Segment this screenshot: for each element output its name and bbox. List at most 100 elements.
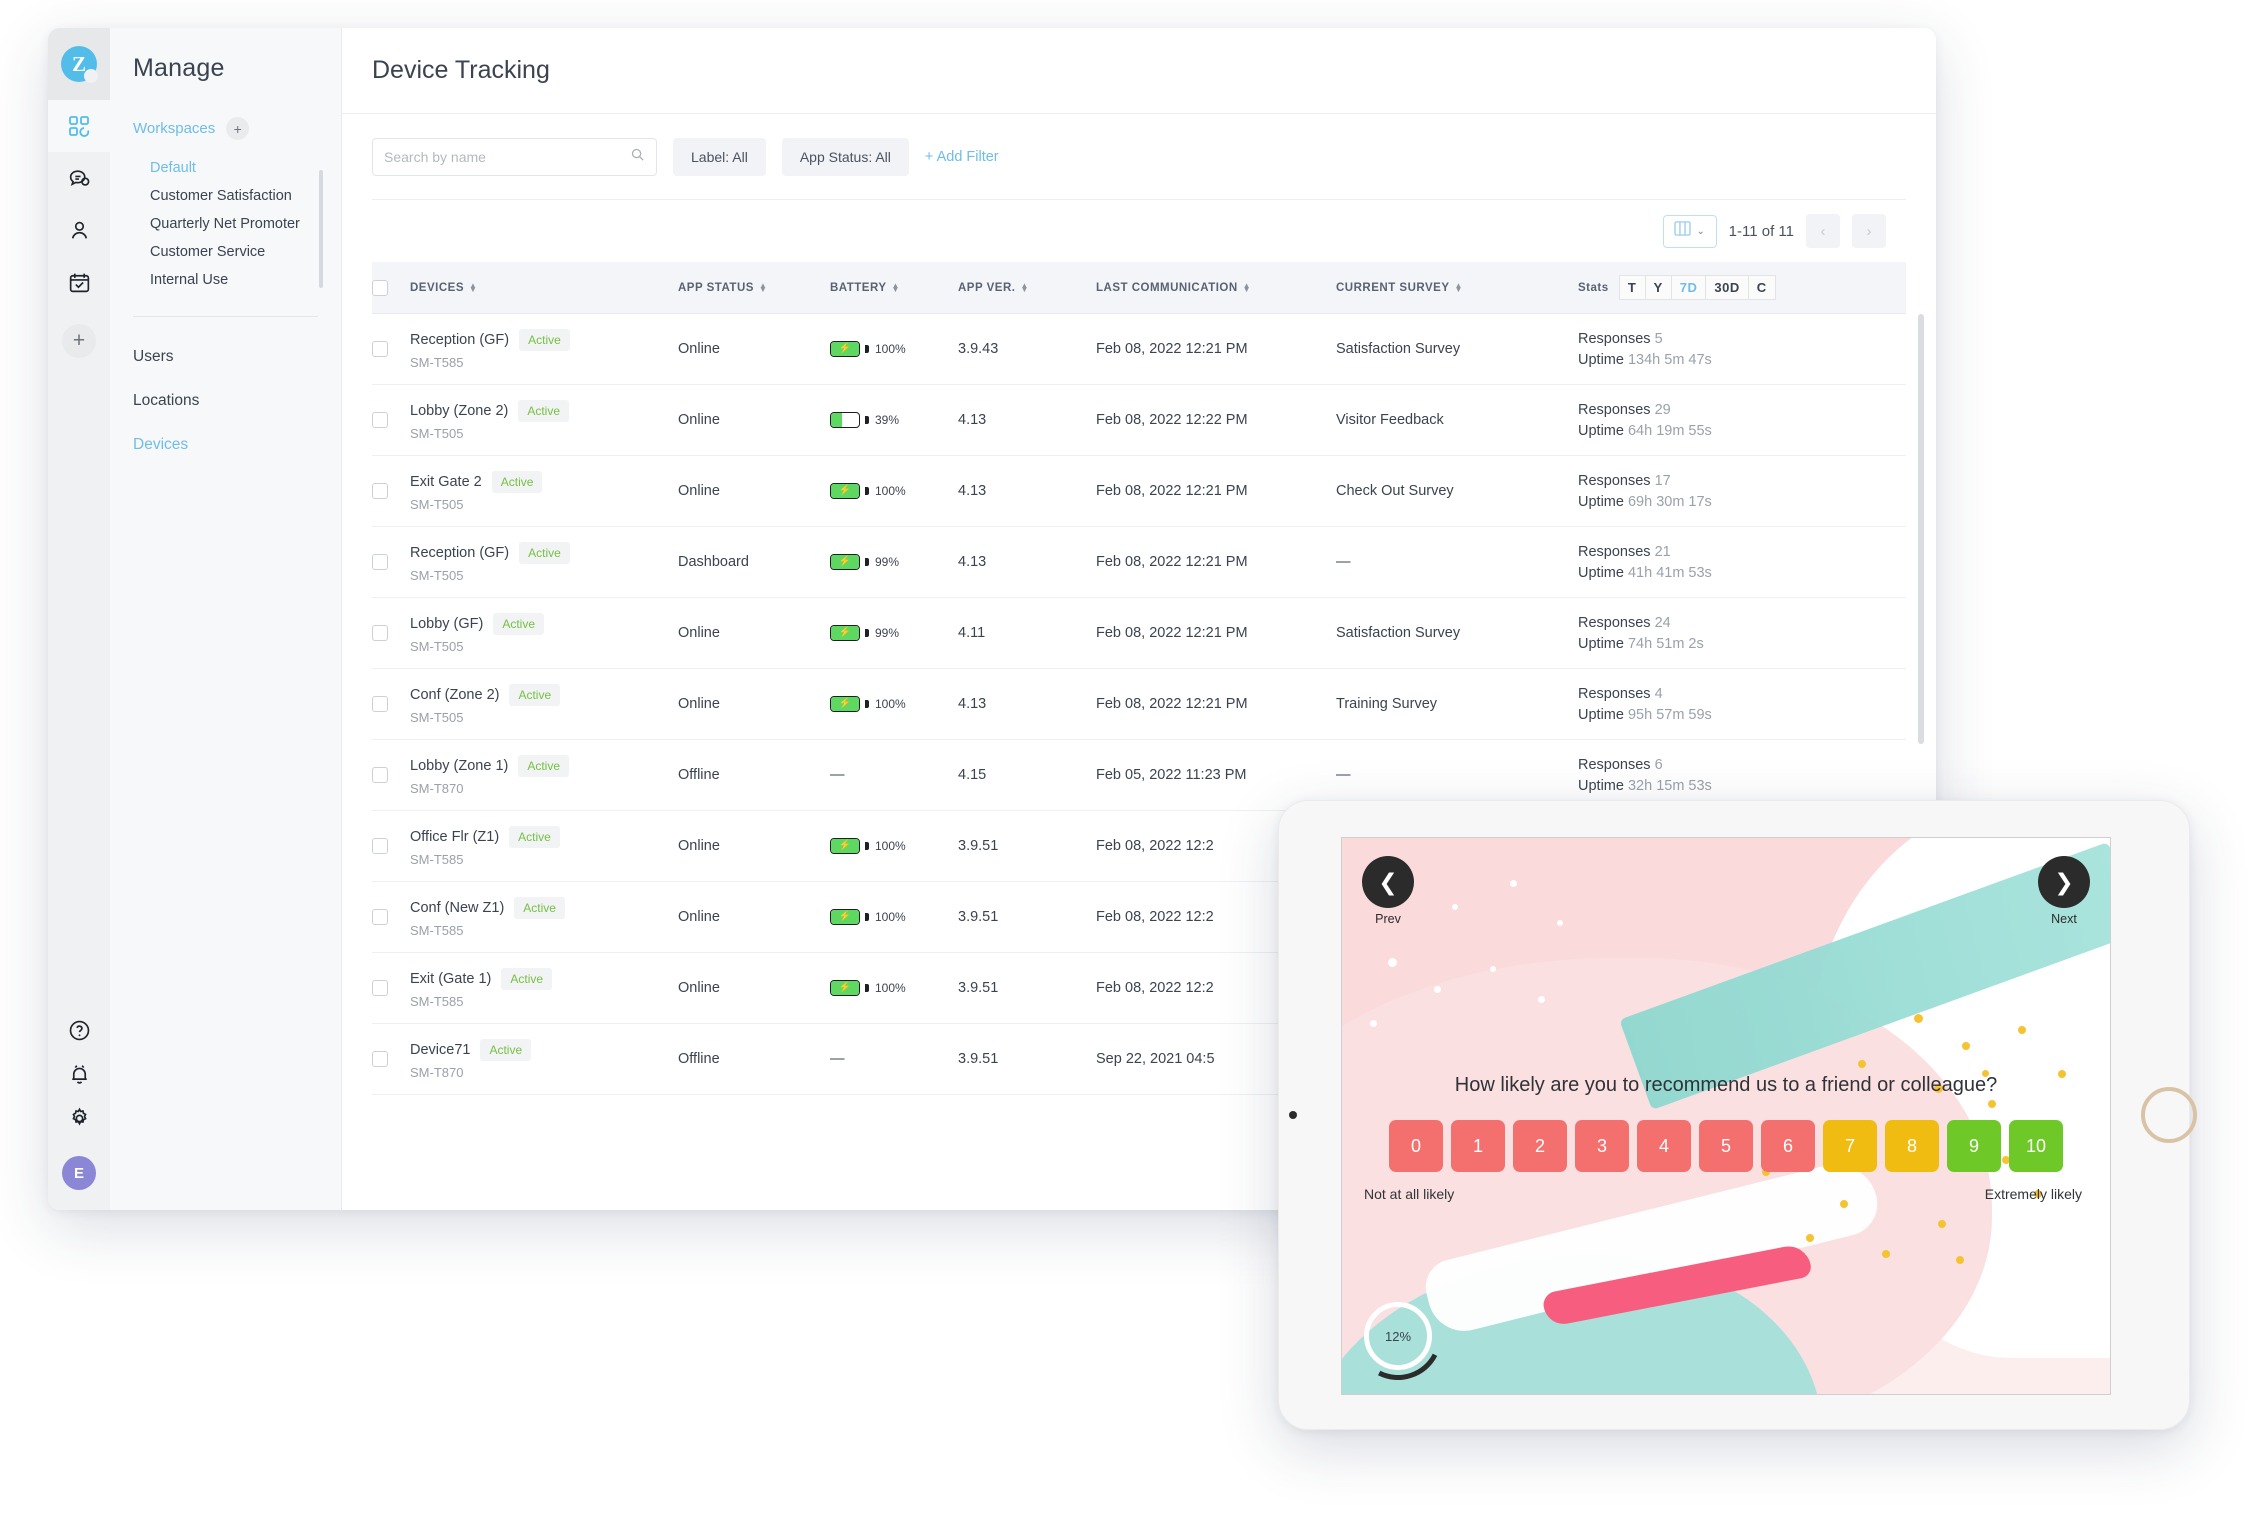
row-checkbox[interactable] <box>372 696 388 713</box>
avatar[interactable]: E <box>62 1156 96 1190</box>
row-checkbox[interactable] <box>372 341 388 358</box>
sidebar-item-workspace-customer-service[interactable]: Customer Service <box>150 238 341 266</box>
pagination-next-button[interactable]: › <box>1852 214 1886 248</box>
survey-prev-button[interactable]: ❮ <box>1362 856 1414 908</box>
stats-seg-y[interactable]: Y <box>1644 275 1671 300</box>
table-row[interactable]: Reception (GF) Active SM-T505 Dashboard ⚡ 99%… <box>372 526 1906 598</box>
stats-seg-t[interactable]: T <box>1618 275 1645 300</box>
row-checkbox[interactable] <box>372 1051 388 1068</box>
stats-seg-30d[interactable]: 30D <box>1705 275 1748 300</box>
table-row[interactable]: Lobby (GF) Active SM-T505 Online ⚡ 99% 4.11 Feb… <box>372 597 1906 669</box>
sort-icon[interactable]: ▲ ▼ <box>469 281 477 293</box>
device-name: Conf (Zone 2) <box>410 686 500 703</box>
nps-option-7[interactable]: 7 <box>1823 1120 1877 1172</box>
decorative-dot <box>1806 1234 1814 1242</box>
nps-option-3[interactable]: 3 <box>1575 1120 1629 1172</box>
sidebar-item-workspace-quarterly-net-promoter[interactable]: Quarterly Net Promoter <box>150 210 341 238</box>
settings-gear-icon[interactable] <box>67 1106 92 1136</box>
battery-percent: 100% <box>875 342 906 356</box>
cell-app-version: 4.13 <box>958 455 1096 527</box>
rail-item-contacts[interactable] <box>48 204 110 256</box>
sort-icon[interactable]: ▲ ▼ <box>892 281 900 293</box>
sidebar-item-workspace-default[interactable]: Default <box>150 154 341 182</box>
nps-option-10[interactable]: 10 <box>2009 1120 2063 1172</box>
col-devices[interactable]: DEVICES ▲ ▼ <box>410 262 678 314</box>
table-toolbar: ⌄ 1-11 of 11 ‹ › <box>342 200 1936 248</box>
charging-bolt-icon: ⚡ <box>838 982 852 993</box>
battery-indicator: ⚡ 100% <box>830 909 958 925</box>
search-icon[interactable] <box>630 147 645 167</box>
col-battery[interactable]: BATTERY ▲ ▼ <box>830 262 958 314</box>
col-current-survey[interactable]: CURRENT SURVEY ▲ ▼ <box>1336 262 1578 314</box>
sort-icon[interactable]: ▲ ▼ <box>1020 281 1028 293</box>
filter-chip-app-status[interactable]: App Status: All <box>781 138 909 176</box>
rail-add-button[interactable]: + <box>62 324 96 358</box>
nps-option-8[interactable]: 8 <box>1885 1120 1939 1172</box>
add-workspace-button[interactable]: + <box>226 117 250 140</box>
cell-app-status: Online <box>678 810 830 882</box>
sort-icon[interactable]: ▲ ▼ <box>759 281 767 293</box>
col-app-ver[interactable]: APP VER. ▲ ▼ <box>958 262 1096 314</box>
nps-option-2[interactable]: 2 <box>1513 1120 1567 1172</box>
battery-icon: ⚡ <box>830 980 860 996</box>
battery-tip <box>865 416 869 424</box>
row-checkbox[interactable] <box>372 838 388 855</box>
sidebar-item-devices[interactable]: Devices <box>133 423 341 467</box>
filter-chip-label[interactable]: Label: All <box>673 138 766 176</box>
workspaces-label[interactable]: Workspaces <box>133 120 215 137</box>
row-checkbox[interactable] <box>372 909 388 926</box>
row-checkbox[interactable] <box>372 980 388 997</box>
table-row[interactable]: Reception (GF) Active SM-T585 Online ⚡ 100% 3.… <box>372 313 1906 385</box>
nps-option-0[interactable]: 0 <box>1389 1120 1443 1172</box>
sort-icon[interactable]: ▲ ▼ <box>1455 281 1463 293</box>
row-select-cell <box>372 455 410 527</box>
row-checkbox[interactable] <box>372 412 388 429</box>
row-checkbox[interactable] <box>372 554 388 571</box>
battery-icon: ⚡ <box>830 341 860 357</box>
col-app-status[interactable]: APP STATUS ▲ ▼ <box>678 262 830 314</box>
stats-seg-c[interactable]: C <box>1747 275 1776 300</box>
help-icon[interactable] <box>67 1018 92 1048</box>
battery-percent: 100% <box>875 839 906 853</box>
sidebar-title: Manage <box>133 54 225 82</box>
workspaces-scrollbar[interactable] <box>319 170 323 288</box>
table-row[interactable]: Lobby (Zone 2) Active SM-T505 Online 39% 4.13… <box>372 384 1906 456</box>
nps-option-9[interactable]: 9 <box>1947 1120 2001 1172</box>
sidebar-item-users[interactable]: Users <box>133 335 341 379</box>
workspace-grid-icon <box>67 114 91 138</box>
tablet-home-button[interactable] <box>2141 1087 2197 1143</box>
row-checkbox[interactable] <box>372 767 388 784</box>
search-input[interactable] <box>384 149 630 165</box>
survey-next-button[interactable]: ❯ <box>2038 856 2090 908</box>
col-last-communication[interactable]: LAST COMMUNICATION ▲ ▼ <box>1096 262 1336 314</box>
notifications-bell-icon[interactable] <box>67 1062 92 1092</box>
nps-option-6[interactable]: 6 <box>1761 1120 1815 1172</box>
sidebar-item-locations[interactable]: Locations <box>133 379 341 423</box>
cell-device: Office Flr (Z1) Active SM-T585 <box>410 810 678 882</box>
table-scrollbar[interactable] <box>1918 314 1924 744</box>
add-filter-button[interactable]: + Add Filter <box>925 149 999 165</box>
sort-icon[interactable]: ▲ ▼ <box>1243 281 1251 293</box>
column-chooser-button[interactable]: ⌄ <box>1662 214 1717 248</box>
select-all-checkbox[interactable] <box>372 279 388 296</box>
app-logo[interactable]: Z <box>48 28 110 100</box>
table-row[interactable]: Exit Gate 2 Active SM-T505 Online ⚡ 100% 4.13 F… <box>372 455 1906 527</box>
pagination-prev-button[interactable]: ‹ <box>1806 214 1840 248</box>
nps-option-5[interactable]: 5 <box>1699 1120 1753 1172</box>
stats-seg-7d[interactable]: 7D <box>1670 275 1706 300</box>
sidebar-item-workspace-internal-use[interactable]: Internal Use <box>150 266 341 294</box>
search-box[interactable] <box>372 138 657 176</box>
row-checkbox[interactable] <box>372 625 388 642</box>
status-badge: Active <box>518 399 570 422</box>
rail-item-tasks[interactable] <box>48 256 110 308</box>
cell-app-version: 4.13 <box>958 668 1096 740</box>
nps-option-4[interactable]: 4 <box>1637 1120 1691 1172</box>
nps-option-1[interactable]: 1 <box>1451 1120 1505 1172</box>
table-row[interactable]: Conf (Zone 2) Active SM-T505 Online ⚡ 100% 4.1… <box>372 668 1906 740</box>
sidebar-item-workspace-customer-satisfaction[interactable]: Customer Satisfaction <box>150 182 341 210</box>
row-checkbox[interactable] <box>372 483 388 500</box>
rail-item-feedback[interactable] <box>48 152 110 204</box>
decorative-dot <box>1858 1060 1866 1068</box>
row-select-cell <box>372 881 410 953</box>
rail-item-workspaces[interactable] <box>48 100 110 152</box>
